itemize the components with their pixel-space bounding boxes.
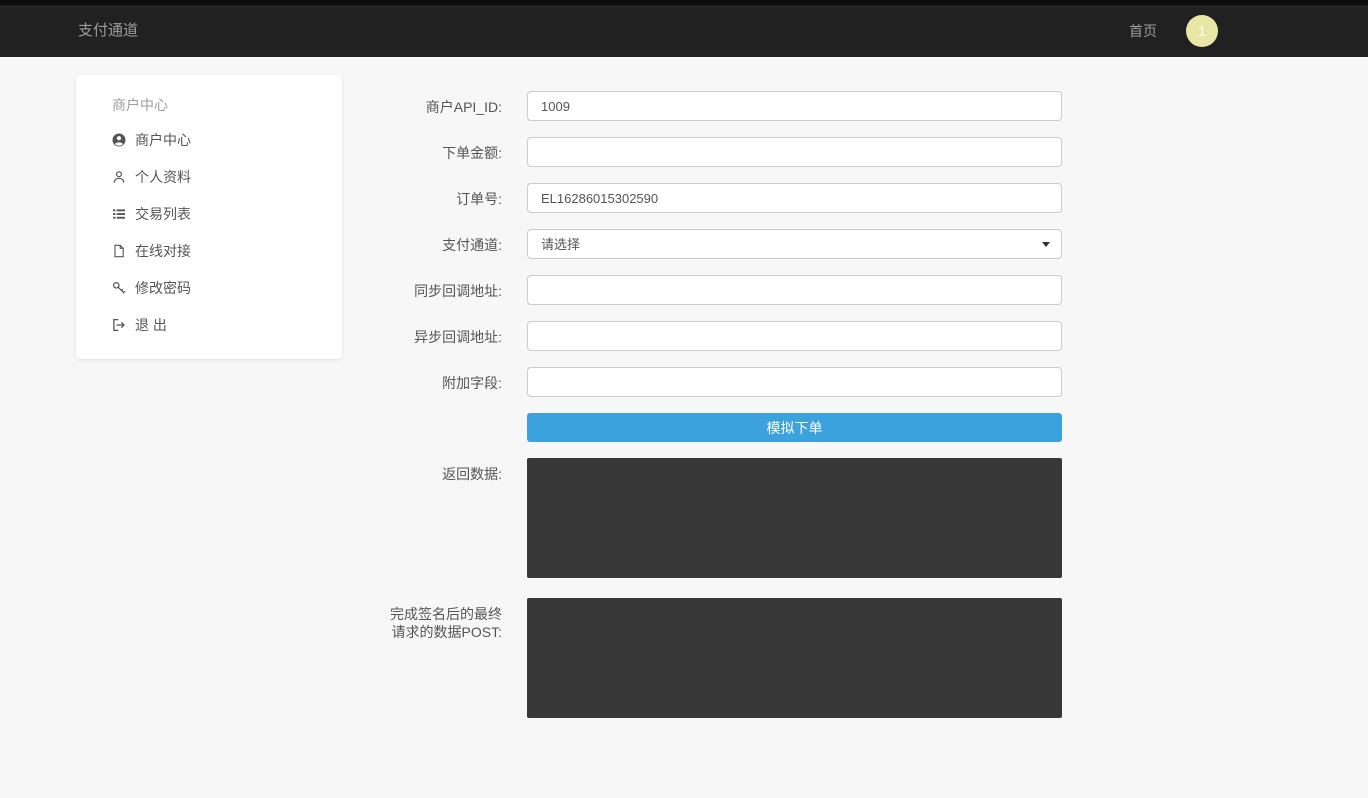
avatar[interactable]: 1 [1186, 15, 1218, 47]
simulate-order-form: 商户API_ID: 下单金额: 订单号: 支付通道: 请选择 同步回调地址: 异… [390, 75, 1062, 734]
key-icon [112, 281, 126, 295]
sidebar-item-label: 在线对接 [135, 241, 191, 261]
sidebar-item-label: 退 出 [135, 315, 167, 335]
post-data-textarea[interactable] [527, 598, 1062, 718]
sidebar-item-label: 个人资料 [135, 167, 191, 187]
pay-channel-select[interactable]: 请选择 [527, 229, 1062, 259]
navbar-right: 首页 1 [1129, 5, 1218, 57]
top-navbar: 支付通道 首页 1 [0, 0, 1368, 57]
post-data-label: 完成签名后的最终 请求的数据POST: [390, 598, 502, 718]
form-row-submit: 模拟下单 [390, 413, 1062, 442]
form-row-order-amount: 下单金额: [390, 137, 1062, 167]
pay-channel-select-wrap: 请选择 [527, 229, 1062, 259]
sidebar-item-profile[interactable]: 个人资料 [76, 158, 342, 195]
sidebar-item-transactions[interactable]: 交易列表 [76, 195, 342, 232]
result-textarea[interactable] [527, 458, 1062, 578]
sidebar-item-online-docking[interactable]: 在线对接 [76, 232, 342, 269]
result-label: 返回数据: [390, 458, 502, 578]
sidebar-menu: 商户中心 个人资料 交易列表 [76, 121, 342, 343]
form-row-merchant-api-id: 商户API_ID: [390, 91, 1062, 121]
home-link[interactable]: 首页 [1129, 21, 1157, 41]
avatar-text: 1 [1198, 23, 1206, 40]
extra-field-input[interactable] [527, 367, 1062, 397]
form-row-pay-channel: 支付通道: 请选择 [390, 229, 1062, 259]
form-row-result: 返回数据: [390, 458, 1062, 578]
order-amount-label: 下单金额: [390, 137, 502, 167]
user-icon [112, 170, 126, 184]
sidebar: 商户中心 商户中心 个人资料 [76, 75, 342, 359]
sidebar-item-label: 修改密码 [135, 278, 191, 298]
sidebar-item-change-password[interactable]: 修改密码 [76, 269, 342, 306]
file-icon [112, 244, 126, 258]
post-data-label-line2: 请求的数据POST: [390, 623, 502, 641]
order-number-input[interactable] [527, 183, 1062, 213]
sidebar-heading: 商户中心 [112, 95, 342, 115]
form-row-extra-field: 附加字段: [390, 367, 1062, 397]
merchant-api-id-input[interactable] [527, 91, 1062, 121]
sync-callback-label: 同步回调地址: [390, 275, 502, 305]
form-row-sync-callback: 同步回调地址: [390, 275, 1062, 305]
extra-field-label: 附加字段: [390, 367, 502, 397]
sidebar-item-label: 商户中心 [135, 130, 191, 150]
form-row-async-callback: 异步回调地址: [390, 321, 1062, 351]
sidebar-item-label: 交易列表 [135, 204, 191, 224]
merchant-api-id-label: 商户API_ID: [390, 91, 502, 121]
async-callback-input[interactable] [527, 321, 1062, 351]
logout-icon [112, 318, 126, 332]
order-number-label: 订单号: [390, 183, 502, 213]
sidebar-item-merchant-center[interactable]: 商户中心 [76, 121, 342, 158]
list-icon [112, 207, 126, 221]
form-row-order-number: 订单号: [390, 183, 1062, 213]
sync-callback-input[interactable] [527, 275, 1062, 305]
form-row-post-data: 完成签名后的最终 请求的数据POST: [390, 598, 1062, 718]
order-amount-input[interactable] [527, 137, 1062, 167]
async-callback-label: 异步回调地址: [390, 321, 502, 351]
pay-channel-label: 支付通道: [390, 229, 502, 259]
simulate-order-button[interactable]: 模拟下单 [527, 413, 1062, 442]
sidebar-item-logout[interactable]: 退 出 [76, 306, 342, 343]
user-circle-icon [112, 133, 126, 147]
brand-link[interactable]: 支付通道 [78, 5, 138, 57]
post-data-label-line1: 完成签名后的最终 [390, 605, 502, 623]
